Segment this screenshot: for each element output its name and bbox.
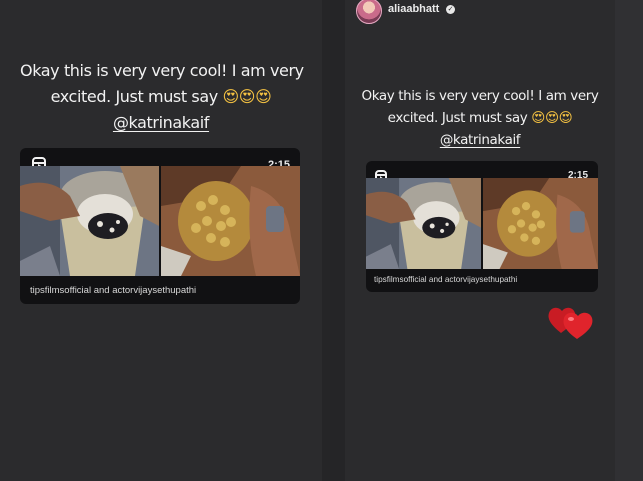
story-caption-right: Okay this is very very cool! I am very e… — [360, 85, 600, 151]
reel-thumbnail-nuts — [483, 178, 598, 269]
shared-reel-card[interactable]: 2:15 tipsfilmsofficial and actorvijayset… — [20, 148, 300, 304]
panel-divider — [322, 0, 345, 481]
reel-header: 2:15 — [366, 161, 598, 182]
reel-thumbnail-grinder — [20, 166, 159, 276]
hearts-icon — [547, 303, 597, 343]
right-edge-strip — [615, 0, 643, 481]
caption-line-2-text: excited. Just must say — [50, 87, 223, 106]
verified-badge-icon: ✓ — [446, 5, 455, 14]
heart-eyes-emoji: 😍😍😍 — [222, 87, 272, 106]
mention-link[interactable]: @katrinakaif — [360, 129, 600, 151]
story-caption-left: Okay this is very very cool! I am very e… — [20, 58, 304, 136]
shared-reel-card[interactable]: 2:15 tipsfilmsofficial and actorvijayset… — [366, 161, 598, 292]
mention-link[interactable]: @katrinakaif — [20, 110, 302, 136]
username[interactable]: aliaabhatt — [388, 3, 439, 15]
caption-line-1: Okay this is very very cool! I am very — [361, 88, 599, 104]
caption-line-2: excited. Just must say 😍😍😍 — [20, 84, 302, 110]
reel-credit: tipsfilmsofficial and actorvijaysethupat… — [30, 285, 197, 296]
reel-thumbnail-nuts — [161, 166, 300, 276]
reel-thumbnail-grinder — [366, 178, 481, 269]
caption-line-2: excited. Just must say 😍😍😍 — [360, 107, 600, 129]
reel-credit: tipsfilmsofficial and actorvijaysethupat… — [374, 275, 518, 284]
caption-line-1: Okay this is very very cool! I am very — [20, 61, 304, 80]
reel-header: 2:15 — [20, 148, 300, 171]
heart-eyes-emoji: 😍😍😍 — [531, 110, 573, 126]
caption-line-2-text: excited. Just must say — [387, 110, 532, 126]
